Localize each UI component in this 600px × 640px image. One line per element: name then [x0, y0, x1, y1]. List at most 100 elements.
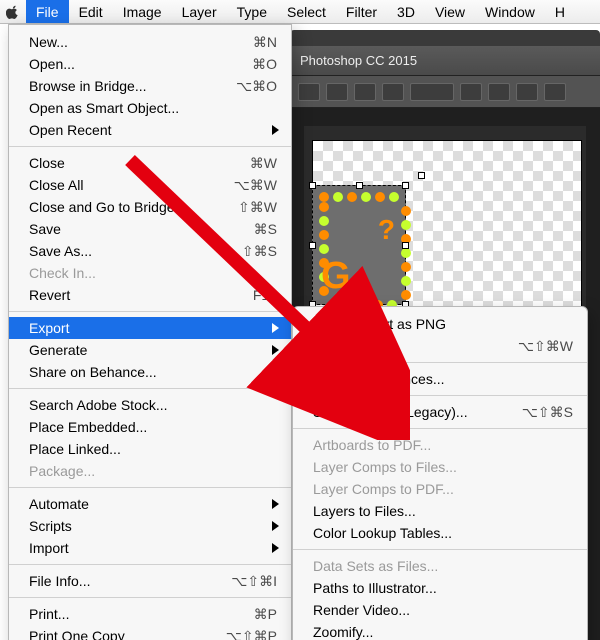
file-menu-item[interactable]: Close All⌥⌘W	[9, 174, 291, 196]
file-menu-item[interactable]: Place Embedded...	[9, 416, 291, 438]
menu-3d[interactable]: 3D	[387, 0, 425, 23]
menu-item-label: Import	[29, 537, 69, 559]
transform-handle[interactable]	[309, 242, 316, 249]
menu-window[interactable]: Window	[475, 0, 545, 23]
glyph-question: ?	[378, 214, 395, 246]
export-menu-item[interactable]: Zoomify...	[293, 621, 587, 640]
menu-item-label: Open as Smart Object...	[29, 97, 179, 119]
menu-item-label: Export	[29, 317, 69, 339]
dot-icon	[401, 276, 411, 286]
menu-item-label: Search Adobe Stock...	[29, 394, 168, 416]
menu-item-label: File Info...	[29, 570, 90, 592]
file-menu-item[interactable]: Print One Copy⌥⇧⌘P	[9, 625, 291, 640]
export-menu-item[interactable]: Export Preferences...	[293, 368, 587, 390]
transform-handle[interactable]	[418, 172, 425, 179]
menu-h[interactable]: H	[545, 0, 575, 23]
export-submenu: Quick Export as PNGExport As...⌥⇧⌘W Expor…	[292, 306, 588, 640]
dot-icon	[401, 262, 411, 272]
menu-item-label: Check In...	[29, 262, 96, 284]
dot-icon	[319, 230, 329, 240]
menu-item-label: Automate	[29, 493, 89, 515]
file-menu-item[interactable]: Save As...⇧⌘S	[9, 240, 291, 262]
file-menu-item[interactable]: Browse in Bridge...⌥⌘O	[9, 75, 291, 97]
file-menu-item[interactable]: Open...⌘O	[9, 53, 291, 75]
submenu-arrow-icon	[272, 521, 279, 531]
export-menu-item[interactable]: Save for Web (Legacy)...⌥⇧⌘S	[293, 401, 587, 423]
menu-item-label: New...	[29, 31, 68, 53]
transform-handle[interactable]	[309, 182, 316, 189]
menu-item-label: Color Lookup Tables...	[313, 522, 452, 544]
option-slot[interactable]	[382, 83, 404, 101]
submenu-arrow-icon	[272, 323, 279, 333]
options-bar	[290, 76, 600, 108]
menu-item-shortcut: ⌥⇧⌘S	[522, 401, 573, 423]
file-menu-item: Package...	[9, 460, 291, 482]
menu-view[interactable]: View	[425, 0, 475, 23]
file-menu-item[interactable]: File Info...⌥⇧⌘I	[9, 570, 291, 592]
option-slot[interactable]	[516, 83, 538, 101]
export-menu-item[interactable]: Export As...⌥⇧⌘W	[293, 335, 587, 357]
file-menu-item[interactable]: Close and Go to Bridge...⇧⌘W	[9, 196, 291, 218]
menu-item-label: Close All	[29, 174, 83, 196]
file-menu-item[interactable]: Share on Behance...	[9, 361, 291, 383]
file-menu-item[interactable]: Open Recent	[9, 119, 291, 141]
file-menu-item[interactable]: Save⌘S	[9, 218, 291, 240]
option-slot[interactable]	[326, 83, 348, 101]
menu-layer[interactable]: Layer	[172, 0, 227, 23]
menu-item-label: Place Linked...	[29, 438, 121, 460]
option-slot[interactable]	[298, 83, 320, 101]
transform-handle[interactable]	[356, 182, 363, 189]
export-menu-item[interactable]: Render Video...	[293, 599, 587, 621]
export-menu-item: Layer Comps to Files...	[293, 456, 587, 478]
file-menu-item: Check In...	[9, 262, 291, 284]
dot-icon	[333, 192, 343, 202]
export-menu-item[interactable]: Quick Export as PNG	[293, 313, 587, 335]
menu-image[interactable]: Image	[113, 0, 172, 23]
file-menu-item[interactable]: Print...⌘P	[9, 603, 291, 625]
dot-icon	[347, 192, 357, 202]
file-menu-item[interactable]: Export	[9, 317, 291, 339]
menu-item-shortcut: ⌥⌘O	[236, 75, 277, 97]
menu-select[interactable]: Select	[277, 0, 336, 23]
submenu-arrow-icon	[272, 345, 279, 355]
menu-item-label: Zoomify...	[313, 621, 373, 640]
file-menu-item[interactable]: Close⌘W	[9, 152, 291, 174]
file-menu-item[interactable]: Place Linked...	[9, 438, 291, 460]
menu-item-label: Paths to Illustrator...	[313, 577, 437, 599]
transform-handle[interactable]	[402, 182, 409, 189]
menu-item-label: Package...	[29, 460, 95, 482]
option-slot[interactable]	[488, 83, 510, 101]
placed-object[interactable]: ? G	[312, 185, 406, 305]
dot-icon	[319, 244, 329, 254]
file-menu-item[interactable]: Generate	[9, 339, 291, 361]
menu-item-shortcut: ⌘S	[254, 218, 277, 240]
transform-handle[interactable]	[402, 242, 409, 249]
menu-type[interactable]: Type	[227, 0, 277, 23]
document-tab[interactable]	[290, 30, 600, 46]
menu-item-label: Layer Comps to Files...	[313, 456, 457, 478]
export-menu-item[interactable]: Paths to Illustrator...	[293, 577, 587, 599]
submenu-arrow-icon	[272, 499, 279, 509]
export-menu-item: Layer Comps to PDF...	[293, 478, 587, 500]
menu-file[interactable]: File	[26, 0, 69, 23]
file-menu-item[interactable]: RevertF12	[9, 284, 291, 306]
file-menu-item[interactable]: Search Adobe Stock...	[9, 394, 291, 416]
export-menu-item[interactable]: Color Lookup Tables...	[293, 522, 587, 544]
file-menu-item[interactable]: New...⌘N	[9, 31, 291, 53]
option-slot[interactable]	[354, 83, 376, 101]
menu-item-label: Revert	[29, 284, 70, 306]
file-menu-item[interactable]: Import	[9, 537, 291, 559]
file-menu-item[interactable]: Automate	[9, 493, 291, 515]
apple-menu-icon[interactable]	[0, 0, 26, 23]
option-slot[interactable]	[460, 83, 482, 101]
menu-edit[interactable]: Edit	[69, 0, 113, 23]
dot-icon	[401, 206, 411, 216]
file-menu-item[interactable]: Scripts	[9, 515, 291, 537]
menu-item-label: Generate	[29, 339, 87, 361]
option-slot[interactable]	[410, 83, 454, 101]
export-menu-item[interactable]: Layers to Files...	[293, 500, 587, 522]
file-menu-item[interactable]: Open as Smart Object...	[9, 97, 291, 119]
app-titlebar: Photoshop CC 2015	[290, 46, 600, 76]
option-slot[interactable]	[544, 83, 566, 101]
menu-filter[interactable]: Filter	[336, 0, 387, 23]
